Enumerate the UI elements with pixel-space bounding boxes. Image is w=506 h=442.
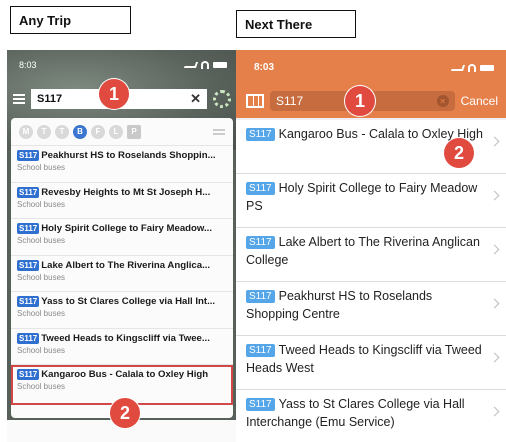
mode-bus-button[interactable]: B [73,124,87,139]
route-badge: S117 [17,369,40,380]
route-badge: S117 [246,128,275,141]
step-marker-2-right: 2 [444,138,474,168]
step-marker-1-left: 1 [99,79,129,109]
route-badge: S117 [246,344,275,357]
next-there-title: Next There [236,10,356,38]
route-subtitle: School buses [17,382,66,391]
list-item[interactable]: S117 Yass to St Clares College via Hall I… [236,390,506,442]
list-item[interactable]: S117 Tweed Heads to Kingscliff via Tweed … [236,336,506,390]
route-badge: S117 [246,236,275,249]
battery-icon [480,64,494,71]
mode-parking-button[interactable]: P [127,124,141,139]
chevron-right-icon [489,352,500,363]
list-item[interactable]: S117 Peakhurst HS to Roselands Shoppin...… [11,146,233,183]
chevron-right-icon [489,298,500,309]
mode-metro-button[interactable]: M [19,124,33,139]
route-subtitle: School buses [17,163,66,172]
any-trip-screen: 8:03 S117 ✕ M T T B F L P S117 Peakhurst … [7,50,237,442]
route-title: Lake Albert to The Riverina Anglica... [41,259,211,271]
route-badge: S117 [246,290,275,303]
route-title: Yass to St Clares College via Hall Inter… [246,397,465,429]
results-card: M T T B F L P S117 Peakhurst HS to Rosela… [11,118,233,418]
route-subtitle: School buses [17,309,66,318]
transport-mode-filter: M T T B F L P [11,118,233,146]
mode-train-button[interactable]: T [37,124,51,139]
route-badge: S117 [17,332,40,344]
wifi-icon [201,61,209,69]
list-item[interactable]: S117 Holy Spirit College to Fairy Meadow.… [11,219,233,256]
list-item[interactable]: S117 Revesby Heights to Mt St Joseph H...… [11,183,233,219]
cancel-button[interactable]: Cancel [461,94,498,108]
signal-icon [183,62,199,68]
any-trip-title: Any Trip [10,6,131,34]
list-item[interactable]: S117 Peakhurst HS to Roselands Shopping C… [236,282,506,336]
route-title: Kangaroo Bus - Calala to Oxley High [41,369,209,380]
list-item[interactable]: S117 Holy Spirit College to Fairy Meadow … [236,174,506,228]
route-title: Holy Spirit College to Fairy Meadow PS [246,181,478,213]
clear-icon[interactable]: ✕ [436,95,449,107]
signal-icon [450,64,466,71]
mode-lightrail-button[interactable]: L [109,124,123,139]
chevron-right-icon [489,244,500,255]
list-item[interactable]: S117 Yass to St Clares College via Hall I… [11,292,233,329]
route-badge: S117 [17,186,40,198]
step-marker-2-left: 2 [110,398,140,428]
list-item[interactable]: S117 Lake Albert to The Riverina Anglica.… [11,256,233,292]
route-subtitle: School buses [17,345,66,355]
step-marker-1-right: 1 [345,86,375,116]
battery-icon [213,62,227,68]
route-title: Tweed Heads to Kingscliff via Tweed Head… [246,343,482,375]
status-time: 8:03 [19,60,37,70]
loading-spinner-icon [213,90,231,108]
chevron-right-icon [489,136,500,147]
route-badge: S117 [246,398,275,411]
route-title: Tweed Heads to Kingscliff via Twee... [41,332,210,344]
drag-handle-icon[interactable] [213,128,225,135]
map-icon[interactable] [246,94,264,108]
mode-trainlink-button[interactable]: T [55,124,69,139]
route-subtitle: School buses [17,199,66,209]
results-list: S117 Kangaroo Bus - Calala to Oxley High … [236,120,506,442]
route-subtitle: School buses [17,272,66,282]
chevron-right-icon [489,406,500,417]
route-badge: S117 [17,150,40,161]
status-time: 8:03 [254,62,275,73]
route-badge: S117 [246,182,275,195]
list-item[interactable]: S117 Tweed Heads to Kingscliff via Twee..… [11,329,233,365]
route-title: Holy Spirit College to Fairy Meadow... [41,223,213,234]
route-title: Yass to St Clares College via Hall Int..… [41,296,216,307]
route-badge: S117 [17,223,40,234]
route-title: Lake Albert to The Riverina Anglican Col… [246,235,480,267]
list-item[interactable]: S117 Lake Albert to The Riverina Anglican… [236,228,506,282]
menu-icon[interactable] [13,94,25,104]
status-bar: 8:03 [254,62,494,73]
chevron-right-icon [489,190,500,201]
route-title: Revesby Heights to Mt St Joseph H... [41,186,211,198]
route-title: Peakhurst HS to Roselands Shoppin... [41,150,216,161]
clear-icon[interactable]: ✕ [190,91,201,107]
wifi-icon [468,63,476,72]
status-bar: 8:03 [19,60,227,70]
route-subtitle: School buses [17,236,66,245]
mode-ferry-button[interactable]: F [91,124,105,139]
route-badge: S117 [17,296,40,307]
route-badge: S117 [17,259,40,271]
